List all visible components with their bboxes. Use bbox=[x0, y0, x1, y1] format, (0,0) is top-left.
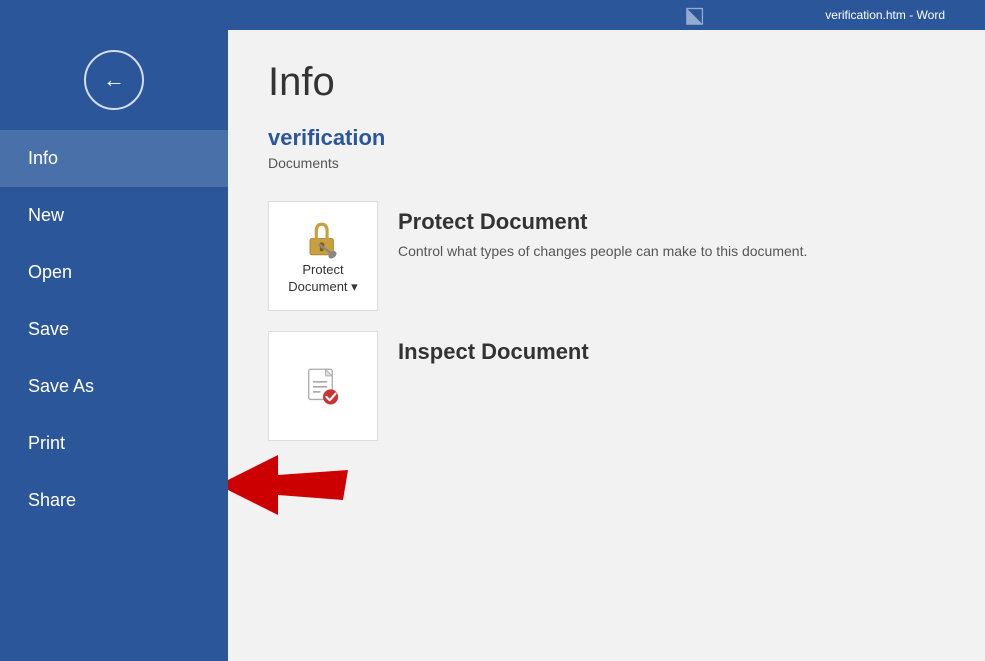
back-button[interactable]: ← bbox=[84, 50, 144, 110]
word-icon: ⬕ bbox=[684, 2, 705, 28]
main-layout: ← Info New Open Save Save As Print Share… bbox=[0, 30, 985, 661]
red-arrow-svg bbox=[228, 450, 348, 520]
document-name: verification bbox=[268, 125, 945, 151]
sidebar-item-save[interactable]: Save bbox=[0, 301, 228, 358]
sidebar-item-new[interactable]: New bbox=[0, 187, 228, 244]
sidebar-item-info[interactable]: Info bbox=[0, 130, 228, 187]
document-path: Documents bbox=[268, 155, 945, 171]
inspect-document-title: Inspect Document bbox=[398, 339, 589, 365]
content-area: Info verification Documents bbox=[228, 30, 985, 661]
protect-document-label: ProtectDocument ▾ bbox=[288, 262, 357, 296]
lock-icon bbox=[301, 217, 346, 262]
inspect-document-card: Inspect Document bbox=[268, 331, 945, 441]
sidebar: ← Info New Open Save Save As Print Share bbox=[0, 30, 228, 661]
inspect-document-button[interactable] bbox=[268, 331, 378, 441]
inspect-icon bbox=[302, 365, 344, 407]
sidebar-item-share[interactable]: Share bbox=[0, 472, 228, 529]
back-arrow-icon: ← bbox=[103, 67, 125, 93]
sidebar-item-print[interactable]: Print bbox=[0, 415, 228, 472]
window-title: verification.htm - Word bbox=[825, 8, 945, 22]
protect-document-button[interactable]: ProtectDocument ▾ bbox=[268, 201, 378, 311]
page-title: Info bbox=[268, 60, 945, 105]
protect-document-content: Protect Document Control what types of c… bbox=[398, 201, 807, 262]
sidebar-item-open[interactable]: Open bbox=[0, 244, 228, 301]
sidebar-item-save-as[interactable]: Save As bbox=[0, 358, 228, 415]
protect-document-desc: Control what types of changes people can… bbox=[398, 241, 807, 262]
protect-document-card: ProtectDocument ▾ Protect Document Contr… bbox=[268, 201, 945, 311]
inspect-document-content: Inspect Document bbox=[398, 331, 589, 371]
title-bar: ⬕ verification.htm - Word bbox=[0, 0, 985, 30]
protect-document-title: Protect Document bbox=[398, 209, 807, 235]
